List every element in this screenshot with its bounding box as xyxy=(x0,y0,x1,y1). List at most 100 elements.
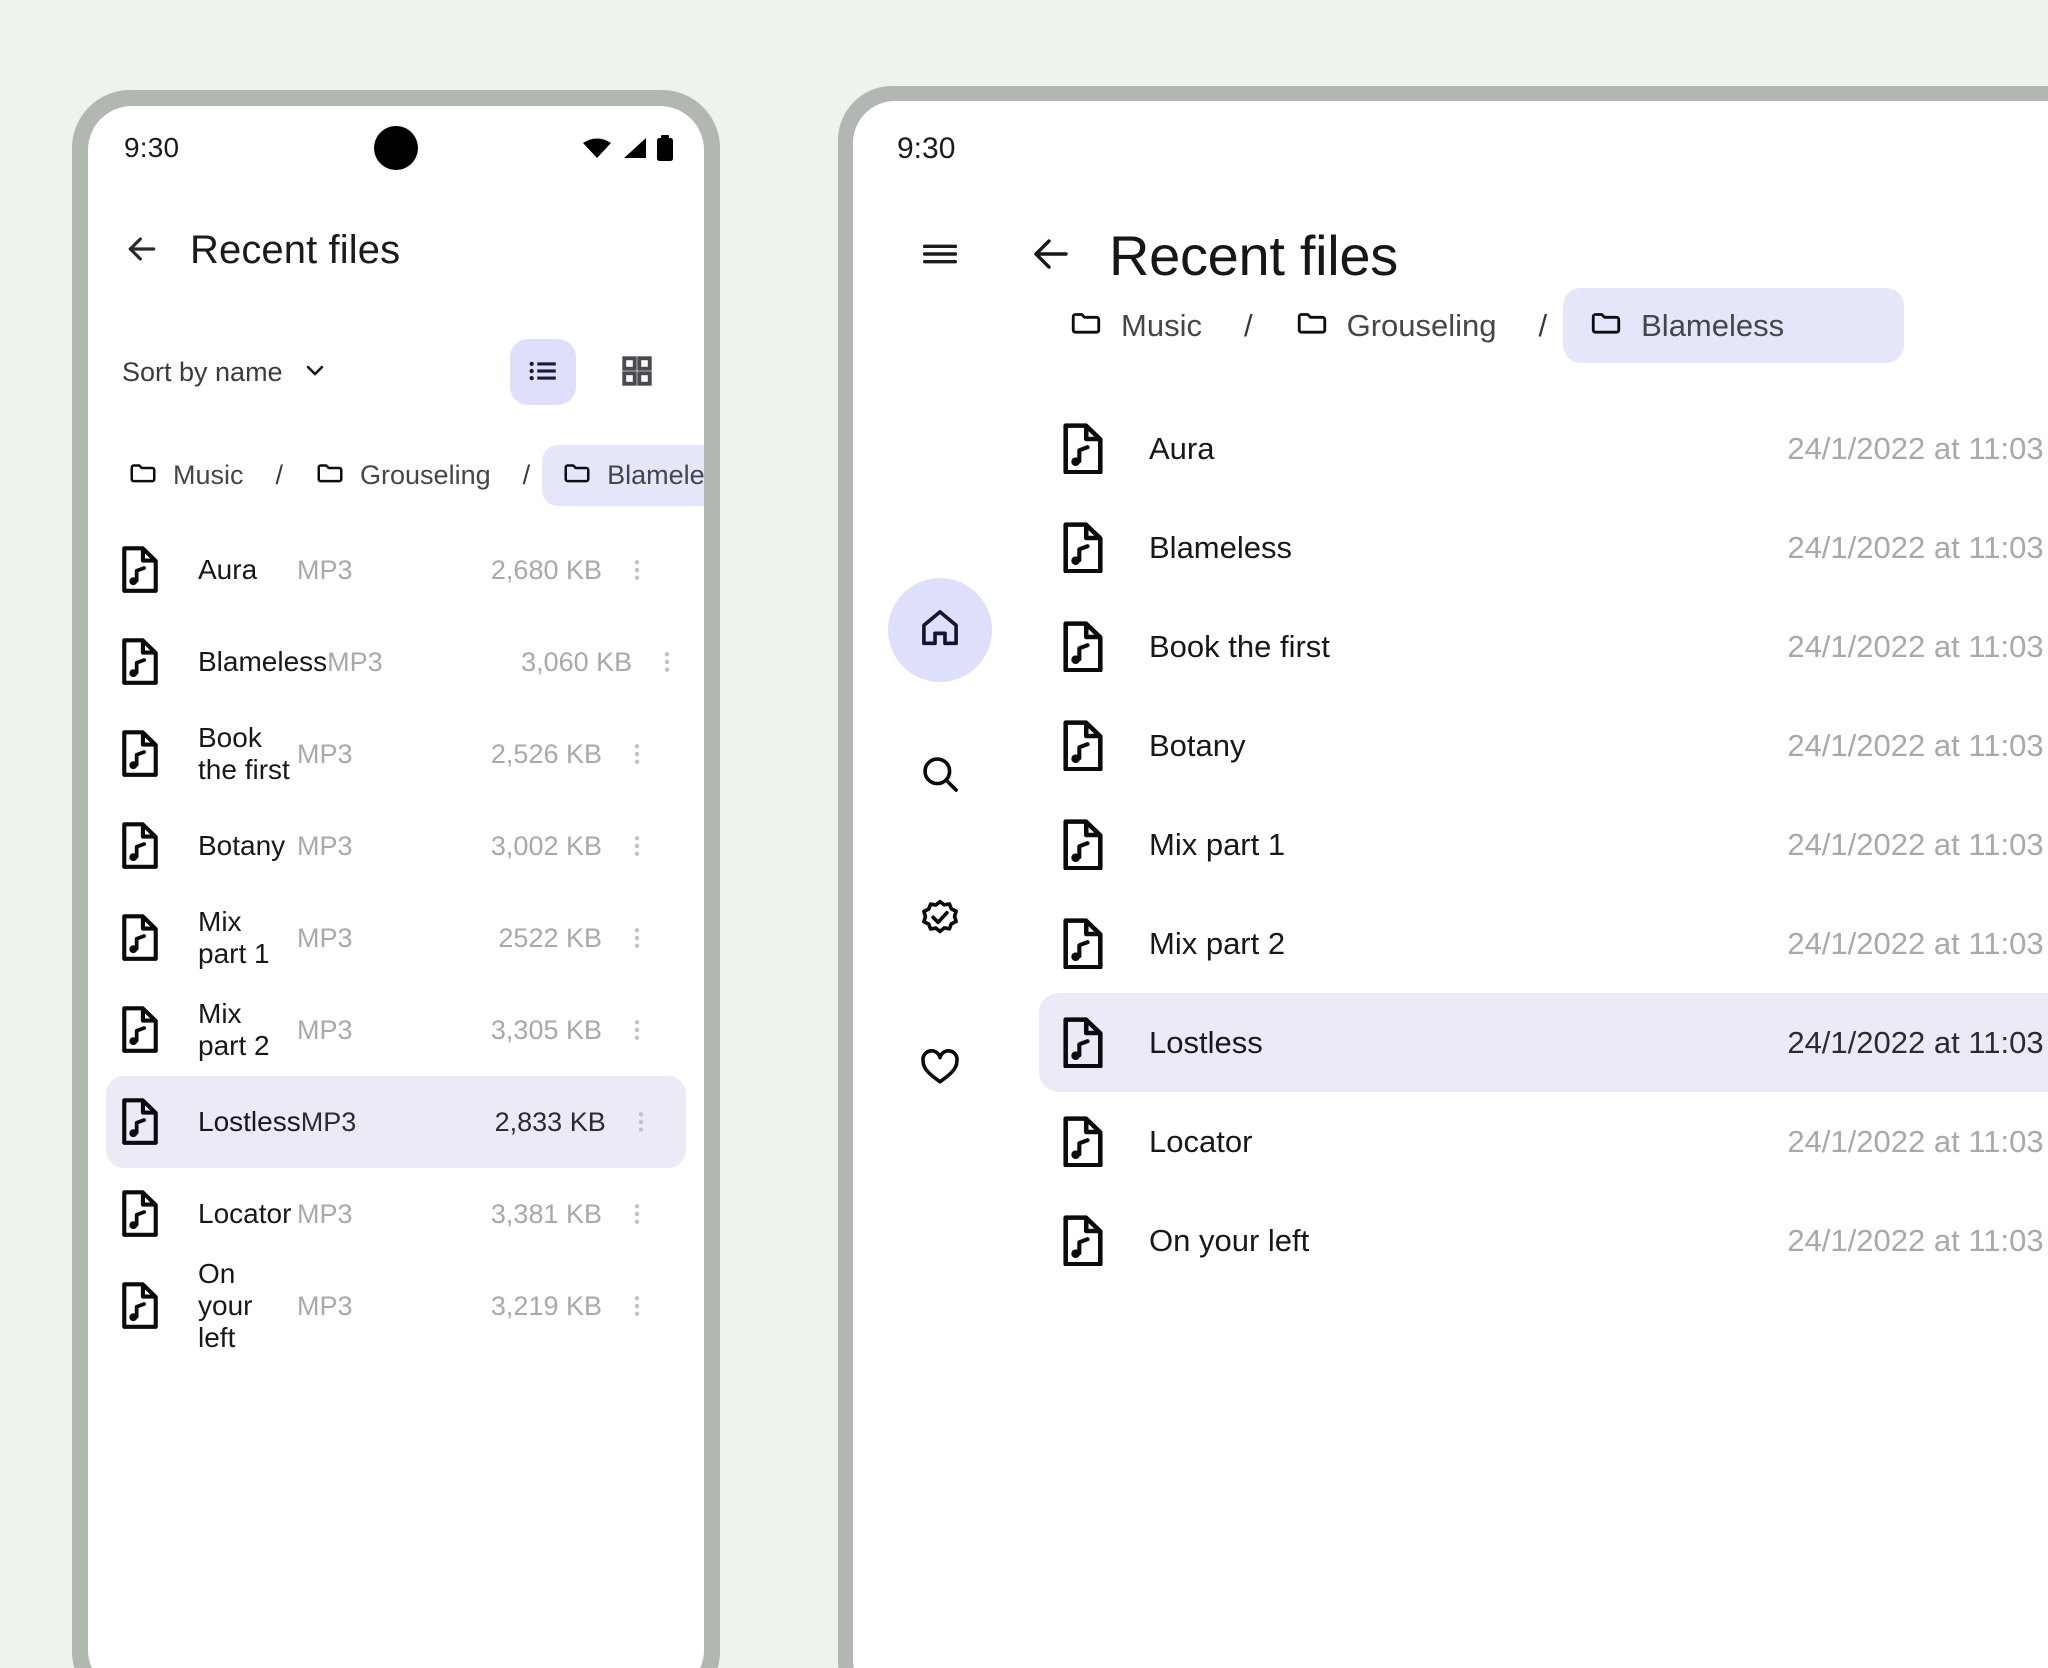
more-vertical-icon[interactable] xyxy=(602,556,672,584)
file-size: 2522 KB xyxy=(498,922,602,953)
file-type: MP3 xyxy=(327,646,383,677)
music-file-icon xyxy=(120,638,168,686)
breadcrumb-item-music[interactable]: Music xyxy=(108,445,264,506)
file-date: 24/1/2022 at 11:03 AM xyxy=(1787,1123,2048,1159)
menu-button-wrapper xyxy=(853,231,1027,280)
file-date: 24/1/2022 at 11:03 AM xyxy=(1787,1024,2048,1060)
file-name: Mix part 2 xyxy=(198,998,270,1061)
heart-icon xyxy=(917,1043,963,1094)
more-vertical-icon[interactable] xyxy=(602,832,672,860)
tablet-app-bar: Recent files xyxy=(853,197,2048,288)
file-row[interactable]: Mix part 2 MP3 3,305 KB xyxy=(106,984,686,1076)
music-file-icon xyxy=(120,1282,168,1330)
list-view-button[interactable] xyxy=(510,339,576,405)
file-row[interactable]: On your left 24/1/2022 at 11:03 AM xyxy=(1039,1191,2048,1290)
tablet-title-group: Recent files xyxy=(1027,223,1398,288)
breadcrumb-label: Blameless xyxy=(1641,307,1785,343)
breadcrumb-label: Blameless xyxy=(607,460,704,490)
music-file-icon xyxy=(1061,620,1115,673)
music-file-icon xyxy=(1061,1214,1115,1267)
arrow-left-icon xyxy=(122,229,162,272)
breadcrumb-item-grouseling[interactable]: Grouseling xyxy=(295,445,511,506)
back-button[interactable] xyxy=(122,229,162,272)
file-row[interactable]: Book the first 24/1/2022 at 11:03 AM xyxy=(1039,597,2048,696)
more-vertical-icon[interactable] xyxy=(606,1108,676,1136)
file-date: 24/1/2022 at 11:03 AM xyxy=(1787,529,2048,565)
file-date: 24/1/2022 at 11:03 AM xyxy=(1787,826,2048,862)
breadcrumb-item-blameless[interactable]: Blameless xyxy=(542,445,704,506)
more-vertical-icon[interactable] xyxy=(602,740,672,768)
more-vertical-icon[interactable] xyxy=(602,1200,672,1228)
file-type: MP3 xyxy=(297,922,353,953)
music-file-icon xyxy=(1061,719,1115,772)
more-vertical-icon[interactable] xyxy=(602,924,672,952)
phone-device-frame: 9:30 Recent files Sort by name Music / G… xyxy=(72,90,720,1668)
navigation-rail xyxy=(853,288,1027,1668)
file-name: Mix part 1 xyxy=(1149,826,1286,862)
file-size: 3,305 KB xyxy=(490,1014,602,1045)
file-row[interactable]: Locator 24/1/2022 at 11:03 AM xyxy=(1039,1092,2048,1191)
more-vertical-icon[interactable] xyxy=(602,1292,672,1320)
file-list: Aura MP3 2,680 KB Blameless MP3 3,060 KB Boo… xyxy=(88,506,704,1352)
music-file-icon xyxy=(120,914,168,962)
file-row[interactable]: Lostless 24/1/2022 at 11:03 AM xyxy=(1039,993,2048,1092)
file-name: Blameless xyxy=(198,646,328,677)
tablet-body: Music / Grouseling / Blameless Aura 24/1… xyxy=(853,288,2048,1668)
file-name: Aura xyxy=(1149,430,1215,466)
tablet-content: Music / Grouseling / Blameless Aura 24/1… xyxy=(1027,288,2048,1668)
file-row[interactable]: Locator MP3 3,381 KB xyxy=(106,1168,686,1260)
back-button[interactable] xyxy=(1027,230,1075,281)
file-size: 2,680 KB xyxy=(490,554,602,585)
breadcrumb-label: Music xyxy=(1121,307,1202,343)
file-size: 3,381 KB xyxy=(490,1198,602,1229)
breadcrumb-label: Grouseling xyxy=(360,460,491,490)
folder-icon xyxy=(1589,306,1623,345)
breadcrumb: Music / Grouseling / Blameless xyxy=(88,405,704,506)
file-row[interactable]: Mix part 1 24/1/2022 at 11:03 AM xyxy=(1039,795,2048,894)
breadcrumb-item-blameless[interactable]: Blameless xyxy=(1563,288,1905,363)
file-name: Botany xyxy=(1149,727,1246,763)
more-vertical-icon[interactable] xyxy=(602,1016,672,1044)
file-row[interactable]: Botany MP3 3,002 KB xyxy=(106,800,686,892)
file-row[interactable]: Mix part 2 24/1/2022 at 11:03 AM xyxy=(1039,894,2048,993)
file-date: 24/1/2022 at 11:03 AM xyxy=(1787,430,2048,466)
folder-icon xyxy=(562,458,592,493)
folder-icon xyxy=(1295,306,1329,345)
file-row[interactable]: Book the first MP3 2,526 KB xyxy=(106,708,686,800)
status-bar-time: 9:30 xyxy=(897,132,956,165)
file-size: 2,833 KB xyxy=(494,1106,606,1137)
phone-app-bar: Recent files xyxy=(88,190,704,273)
tablet-device-frame: 9:30 Recent files Music / Grouseling / B… xyxy=(838,86,2048,1668)
more-vertical-icon[interactable] xyxy=(632,648,702,676)
chevron-down-icon xyxy=(301,356,329,389)
breadcrumb-separator: / xyxy=(275,460,284,490)
file-row[interactable]: Blameless MP3 3,060 KB xyxy=(106,616,686,708)
file-row[interactable]: Mix part 1 MP3 2522 KB xyxy=(106,892,686,984)
nav-rail-item-verified[interactable] xyxy=(888,870,992,974)
home-icon xyxy=(917,605,963,656)
file-row[interactable]: On your left MP3 3,219 KB xyxy=(106,1258,686,1352)
file-type: MP3 xyxy=(297,738,353,769)
file-row[interactable]: Lostless MP3 2,833 KB xyxy=(106,1076,686,1168)
folder-icon xyxy=(1069,306,1103,345)
cellular-signal-icon xyxy=(621,136,647,160)
file-row[interactable]: Blameless 24/1/2022 at 11:03 AM xyxy=(1039,498,2048,597)
file-row[interactable]: Aura MP3 2,680 KB xyxy=(106,524,686,616)
sort-by-dropdown[interactable]: Sort by name xyxy=(122,356,329,389)
verified-icon xyxy=(917,897,963,948)
file-name: Book the first xyxy=(1149,628,1330,664)
grid-view-button[interactable] xyxy=(604,339,670,405)
nav-rail-item-search[interactable] xyxy=(888,724,992,828)
hamburger-menu-icon xyxy=(917,231,963,280)
file-row[interactable]: Aura 24/1/2022 at 11:03 AM xyxy=(1039,399,2048,498)
nav-rail-item-favorites[interactable] xyxy=(888,1016,992,1120)
navigation-menu-button[interactable] xyxy=(917,231,963,280)
breadcrumb-item-grouseling[interactable]: Grouseling xyxy=(1269,288,1523,363)
file-row[interactable]: Botany 24/1/2022 at 11:03 AM xyxy=(1039,696,2048,795)
file-name: Botany xyxy=(198,830,286,861)
tablet-status-bar: 9:30 xyxy=(853,101,2048,197)
music-file-icon xyxy=(120,546,168,594)
page-title: Recent files xyxy=(190,228,401,272)
breadcrumb-item-music[interactable]: Music xyxy=(1043,288,1228,363)
nav-rail-item-home[interactable] xyxy=(888,578,992,682)
